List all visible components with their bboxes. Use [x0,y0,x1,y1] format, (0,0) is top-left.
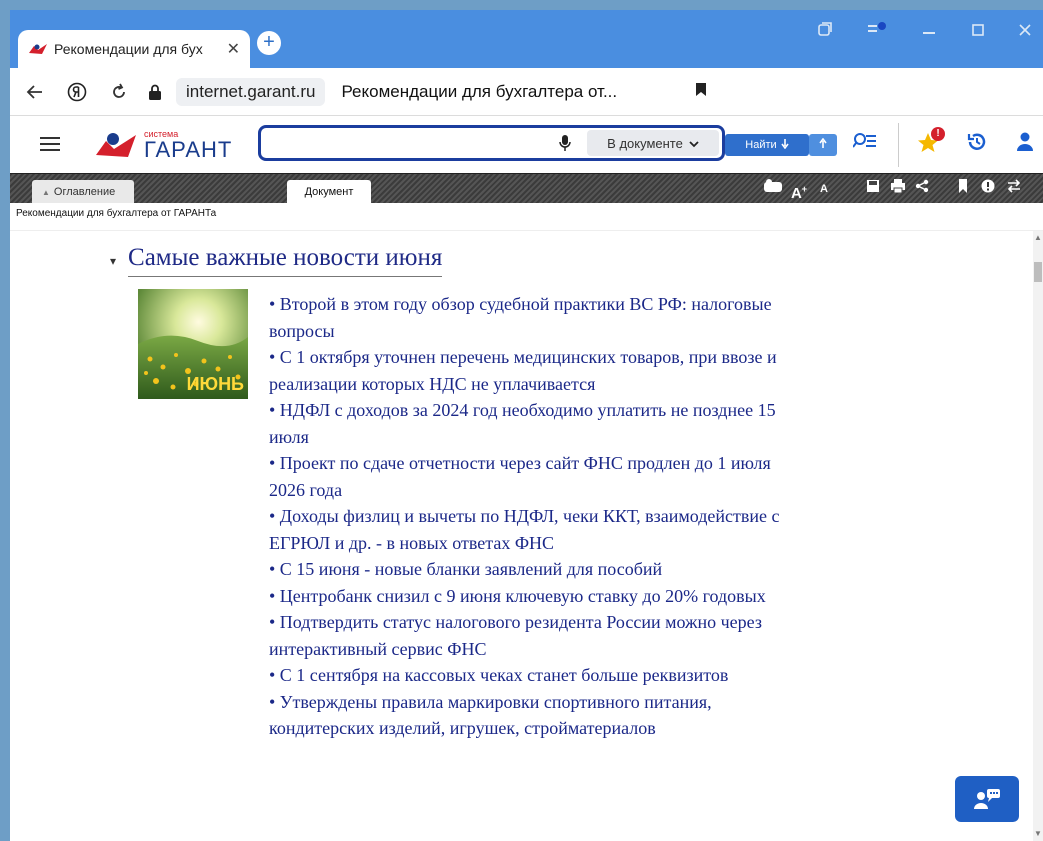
news-item-1[interactable]: • Второй в этом году обзор судебной прак… [269,291,789,344]
swap-icon[interactable] [1003,179,1025,199]
breadcrumb[interactable]: Рекомендации для бухгалтера от ГАРАНТа [10,203,1043,231]
garant-logo[interactable]: система ГАРАНТ [94,129,233,162]
share-icon[interactable] [911,179,933,199]
print-icon[interactable] [887,179,909,199]
tab-toc-label: Оглавление [53,186,116,198]
tab-title: Рекомендации для бух [54,41,203,57]
news-item-3[interactable]: • НДФЛ с доходов за 2024 год необходимо … [269,397,789,450]
news-item-9[interactable]: • С 1 сентября на кассовых чеках станет … [269,662,789,689]
chat-support-button[interactable] [955,776,1019,822]
text-to-speech-icon[interactable] [762,179,784,199]
news-item-2[interactable]: • С 1 октября уточнен перечень медицинск… [269,344,789,397]
tab-document-label: Документ [304,186,354,198]
scroll-thumb[interactable] [1034,262,1042,282]
tab-close-icon[interactable]: ✕ [227,39,240,59]
close-window-icon[interactable] [1010,20,1040,42]
tab-toc[interactable]: ▲ Оглавление [32,180,134,204]
chevron-down-icon [689,136,699,151]
scroll-up-icon[interactable]: ▲ [1034,233,1042,243]
news-item-4[interactable]: • Проект по сдаче отчетности через сайт … [269,450,789,503]
news-item-8[interactable]: • Подтвердить статус налогового резидент… [269,609,789,662]
arrow-up-icon [819,137,827,148]
scroll-down-icon[interactable]: ▼ [1034,829,1042,839]
user-icon[interactable] [1010,131,1040,159]
browser-menu-icon[interactable] [862,20,892,42]
address-bar: internet.garant.ru Рекомендации для бухг… [10,68,1043,116]
search-settings-icon[interactable] [850,131,880,159]
new-tab-button[interactable]: + [257,31,281,55]
menu-icon[interactable] [40,132,60,158]
collapse-triangle-icon[interactable]: ▾ [110,254,116,268]
triangle-up-icon: ▲ [42,187,50,197]
find-button[interactable]: Найти [725,134,809,156]
font-larger-icon[interactable]: A+ [788,179,810,204]
page-heading: Самые важные новости июня [128,244,443,277]
bookmark-doc-icon[interactable] [952,179,974,199]
bookmark-icon[interactable] [695,82,707,102]
tab-document[interactable]: Документ [287,180,371,204]
microphone-icon[interactable] [559,134,571,157]
scrollbar[interactable] [1033,231,1043,841]
tab-strip: Рекомендации для бух ✕ + [10,10,1043,68]
lock-icon[interactable] [138,75,172,109]
reload-icon[interactable] [102,75,136,109]
info-icon[interactable] [977,179,999,199]
font-smaller-icon[interactable]: A [813,179,835,199]
find-label: Найти [745,139,777,151]
save-icon[interactable] [862,179,884,199]
yandex-icon[interactable] [60,75,94,109]
search-scope-label: В документе [607,135,683,151]
search-box[interactable]: В документе [258,125,725,161]
search-scope-select[interactable]: В документе [587,130,719,156]
news-item-7[interactable]: • Центробанк снизил с 9 июня ключевую ст… [269,583,789,610]
logo-name: ГАРАНТ [144,136,233,162]
chat-icon [974,789,1000,809]
favorites-badge: ! [931,127,945,141]
browser-tab[interactable]: Рекомендации для бух ✕ [18,30,250,68]
history-icon[interactable] [962,131,992,159]
document-content: ▾ Самые важные новости июня ИЮНЬ • Второ… [10,231,1043,841]
news-item-5[interactable]: • Доходы физлиц и вычеты по НДФЛ, чеки К… [269,503,789,556]
minimize-icon[interactable] [914,20,944,42]
news-list: • Второй в этом году обзор судебной прак… [269,291,789,742]
font-smaller-label: A [820,183,828,195]
find-previous-button[interactable] [809,134,837,156]
toolbar-divider [898,123,899,167]
garant-toolbar: система ГАРАНТ В документе Найти ! [10,117,1043,173]
section-heading[interactable]: ▾ Самые важные новости июня [110,244,443,277]
tab-manager-icon[interactable] [810,20,840,42]
garant-logo-icon [96,133,136,157]
url-host[interactable]: internet.garant.ru [176,77,326,106]
back-icon[interactable] [18,75,52,109]
news-item-10[interactable]: • Утверждены правила маркировки спортивн… [269,689,789,742]
june-thumbnail: ИЮНЬ [138,289,248,399]
search-input[interactable] [269,134,549,154]
font-larger-label: A [790,185,802,202]
thumbnail-label: ИЮНЬ [186,374,244,394]
document-toolbar: ▲ Оглавление Документ A+ A [10,173,1043,204]
news-item-6[interactable]: • С 15 июня - новые бланки заявлений для… [269,556,789,583]
arrow-down-icon [781,138,789,152]
maximize-icon[interactable] [963,20,993,42]
page-title: Рекомендации для бухгалтера от... [341,81,618,101]
browser-window: Рекомендации для бух ✕ + internet.garant… [10,10,1043,841]
garant-favicon-icon [29,44,47,54]
favorites-icon[interactable]: ! [913,127,945,159]
